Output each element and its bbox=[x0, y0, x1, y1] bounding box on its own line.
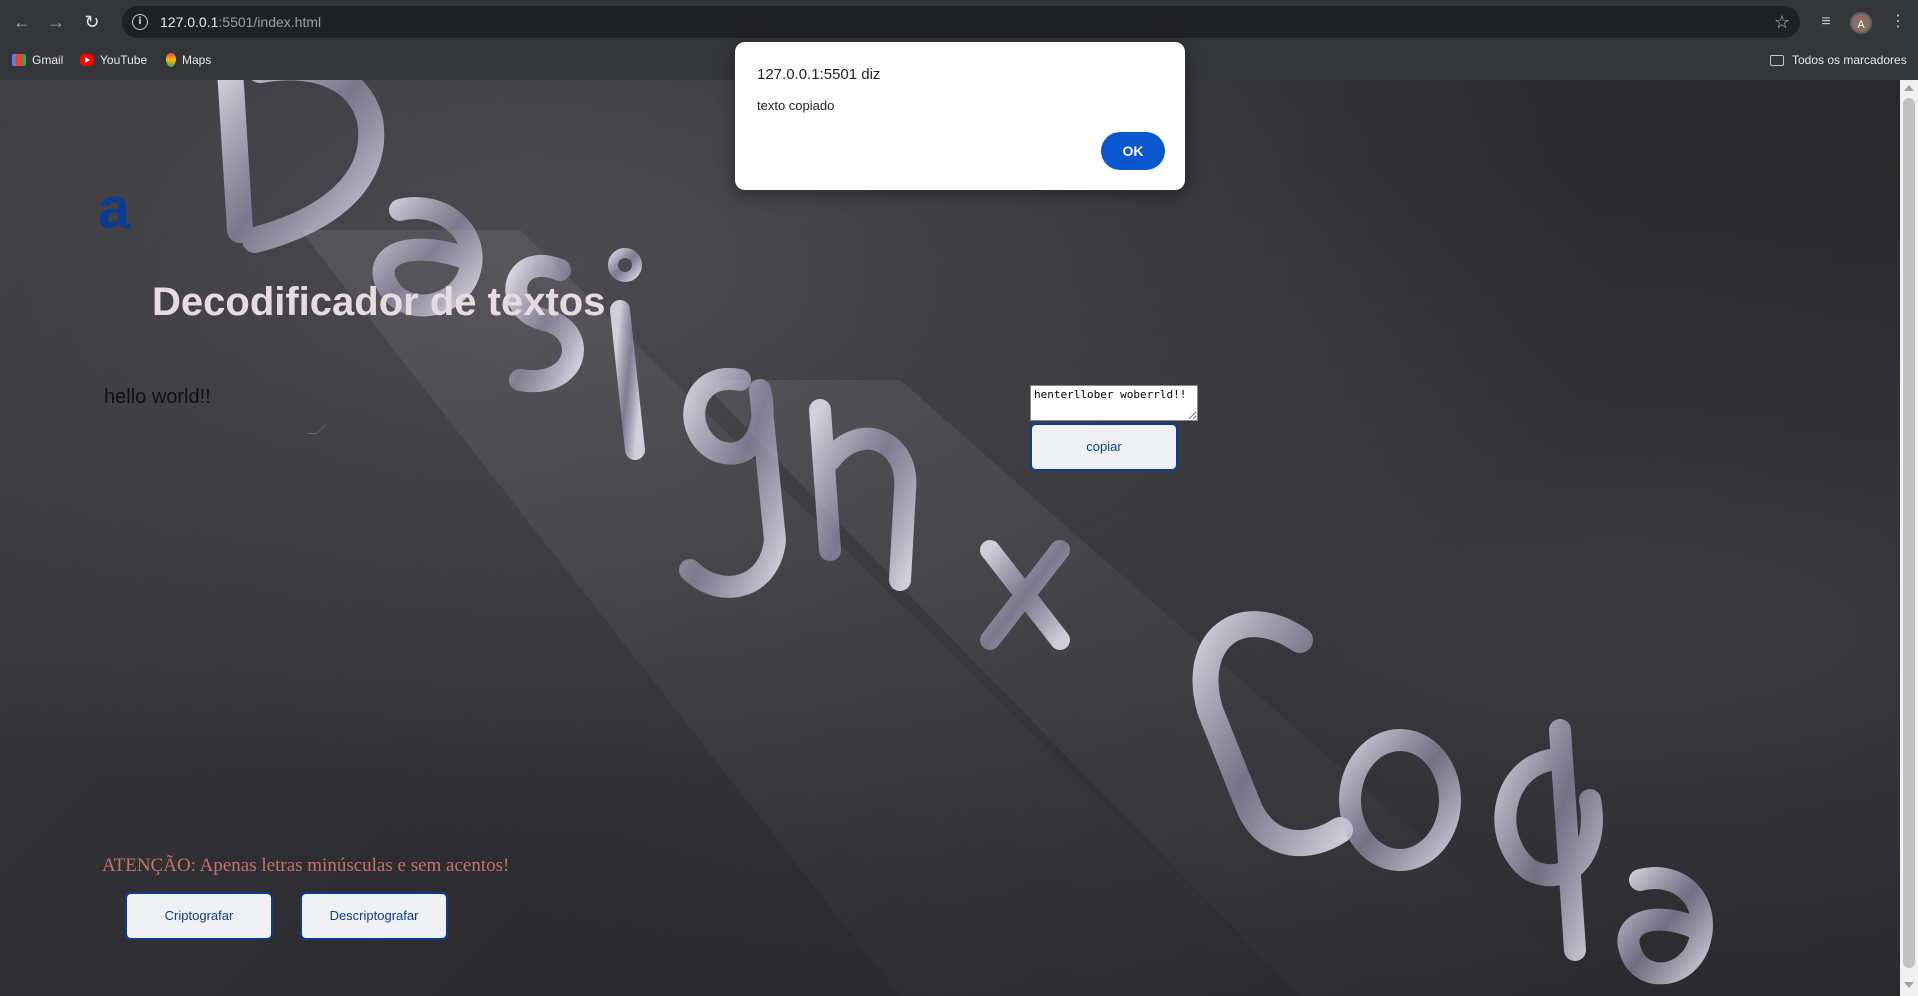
youtube-icon bbox=[80, 54, 94, 66]
reload-icon[interactable]: ↻ bbox=[80, 10, 104, 34]
all-bookmarks[interactable]: Todos os marcadores bbox=[1770, 50, 1907, 70]
dialog-title: 127.0.0.1:5501 diz bbox=[757, 66, 881, 83]
copy-button[interactable]: copiar bbox=[1030, 423, 1178, 471]
ok-button[interactable]: OK bbox=[1101, 132, 1165, 170]
page-content: a Decodificador de textos hello world!! … bbox=[0, 80, 1900, 996]
folder-icon bbox=[1770, 54, 1784, 66]
gmail-icon bbox=[12, 54, 26, 66]
page-scrollbar[interactable] bbox=[1900, 80, 1918, 996]
menu-dots-icon[interactable]: ⋮ bbox=[1886, 10, 1910, 34]
maps-icon bbox=[166, 53, 176, 67]
scroll-up-icon[interactable] bbox=[1904, 85, 1914, 91]
bookmark-youtube[interactable]: YouTube bbox=[80, 50, 147, 70]
bookmark-gmail[interactable]: Gmail bbox=[12, 50, 63, 70]
site-info-icon[interactable]: i bbox=[132, 14, 148, 30]
site-logo: a bbox=[98, 176, 131, 241]
profile-avatar[interactable]: A bbox=[1850, 12, 1872, 34]
input-textarea[interactable]: hello world!! bbox=[98, 380, 326, 436]
dialog-message: texto copiado bbox=[757, 98, 835, 113]
back-arrow-icon[interactable]: ← bbox=[10, 10, 34, 34]
page-title: Decodificador de textos bbox=[152, 280, 606, 324]
media-controls-icon[interactable]: ≡ bbox=[1814, 10, 1838, 34]
output-textarea[interactable]: henterllober woberrld!! bbox=[1030, 385, 1198, 421]
warning-text: ATENÇÃO: Apenas letras minúsculas e sem … bbox=[102, 855, 510, 876]
alert-dialog: 127.0.0.1:5501 diz texto copiado OK bbox=[735, 42, 1185, 190]
decrypt-button[interactable]: Descriptografar bbox=[300, 892, 448, 940]
bookmark-star-icon[interactable]: ☆ bbox=[1774, 12, 1790, 33]
bookmark-maps[interactable]: Maps bbox=[166, 50, 211, 70]
scroll-down-icon[interactable] bbox=[1904, 982, 1914, 988]
address-bar[interactable]: i 127.0.0.1:5501/index.html ☆ bbox=[122, 6, 1800, 38]
encrypt-button[interactable]: Criptografar bbox=[125, 892, 273, 940]
scrollbar-thumb[interactable] bbox=[1903, 98, 1915, 968]
forward-arrow-icon[interactable]: → bbox=[44, 10, 68, 34]
browser-toolbar: ← → ↻ i 127.0.0.1:5501/index.html ☆ ≡ A … bbox=[0, 0, 1918, 44]
url-text: 127.0.0.1:5501/index.html bbox=[160, 14, 322, 30]
